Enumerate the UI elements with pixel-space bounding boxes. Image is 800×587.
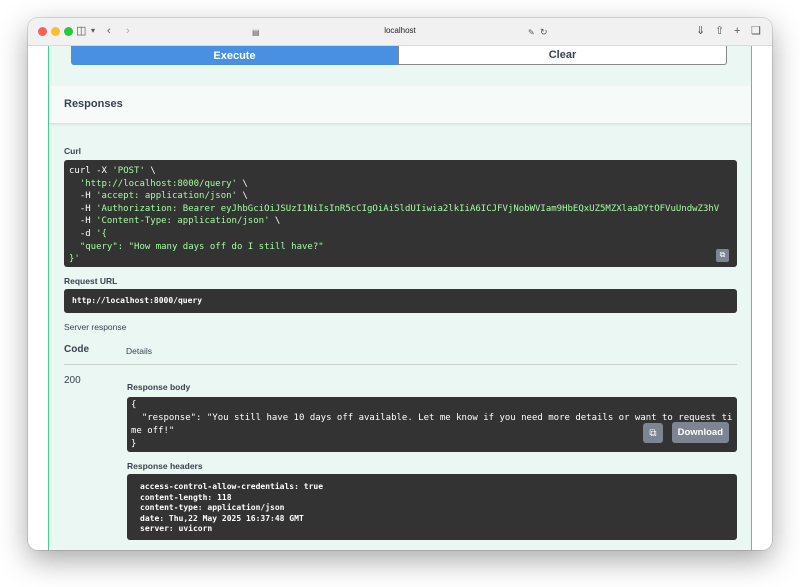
curl-line: 'http://localhost:8000/query' \ — [69, 179, 248, 189]
clear-button[interactable]: Clear — [398, 46, 727, 65]
execute-button[interactable]: Execute — [71, 46, 398, 65]
share-icon[interactable]: ⇧ — [715, 24, 724, 38]
curl-line: curl -X 'POST' \ — [69, 166, 156, 176]
response-headers-list: access-control-allow-credentials: true co… — [127, 474, 737, 540]
curl-line-prefix — [69, 242, 80, 252]
curl-label: Curl — [64, 146, 81, 156]
response-header-line: date: Thu,22 May 2025 16:37:48 GMT — [140, 513, 304, 523]
curl-line: -H 'accept: application/json' \ — [69, 191, 248, 201]
curl-line: }' — [69, 254, 80, 264]
curl-line: -H 'Authorization: Bearer eyJhbGciOiJSUz… — [69, 204, 719, 214]
curl-line: "query": "How many days off do I still h… — [69, 242, 324, 252]
curl-line-string: "query": "How many days off do I still h… — [79, 241, 324, 252]
curl-line-prefix: -H — [69, 191, 97, 202]
tab-overview-icon[interactable]: ❏ — [751, 24, 761, 38]
curl-line-string: 'http://localhost:8000/query' — [79, 178, 237, 189]
curl-line-string: 'Authorization: Bearer eyJhbGciOiJSUzI1N… — [96, 203, 720, 214]
curl-line-suffix: \ — [269, 216, 281, 227]
translate-icon[interactable]: ✎ — [528, 26, 535, 40]
curl-line: -d '{ — [69, 229, 107, 239]
new-tab-icon[interactable]: + — [734, 24, 740, 38]
response-header-line: server: uvicorn — [140, 524, 213, 533]
curl-command-block[interactable]: curl -X 'POST' \ 'http://localhost:8000/… — [64, 160, 737, 267]
request-url-box: http://localhost:8000/query — [64, 289, 737, 313]
address-bar[interactable]: localhost — [28, 26, 772, 35]
browser-window: ◫ ▾ ‹ › ▤ localhost ✎ ↻ ⇓ ⇧ + ❏ Execute … — [28, 18, 772, 550]
request-url-label: Request URL — [64, 276, 118, 286]
status-code: 200 — [64, 375, 81, 386]
column-header-code: Code — [64, 344, 89, 355]
curl-line-prefix: -d — [69, 228, 97, 239]
response-header-line: access-control-allow-credentials: true — [140, 482, 324, 491]
curl-line-suffix: \ — [236, 191, 248, 202]
column-header-details: Details — [126, 346, 152, 356]
curl-line-suffix: \ — [236, 178, 248, 189]
curl-line-string: 'POST' — [112, 166, 145, 176]
curl-line-prefix: -H — [69, 203, 97, 214]
response-body-block[interactable]: { "response": "You still have 10 days of… — [127, 397, 737, 452]
copy-curl-icon[interactable]: ⧉ — [716, 249, 729, 262]
response-headers-label: Response headers — [127, 461, 203, 471]
curl-line-string: '{ — [96, 228, 107, 239]
response-body-label: Response body — [127, 382, 191, 392]
curl-line-string: 'Content-Type: application/json' — [96, 216, 270, 227]
response-table-header: Code Details — [64, 342, 737, 365]
copy-response-icon[interactable]: ⧉ — [643, 423, 663, 443]
response-header-line: content-type: application/json — [140, 503, 285, 512]
download-icon[interactable]: ⇓ — [696, 24, 705, 38]
reload-icon[interactable]: ↻ — [540, 25, 548, 39]
curl-line-string: }' — [69, 254, 80, 265]
curl-line: -H 'Content-Type: application/json' \ — [69, 216, 281, 227]
page-content: Execute Clear Responses Curl curl -X 'PO… — [28, 46, 772, 550]
browser-toolbar: ◫ ▾ ‹ › ▤ localhost ✎ ↻ ⇓ ⇧ + ❏ — [28, 18, 772, 46]
responses-header: Responses — [49, 86, 751, 124]
server-response-label: Server response — [64, 322, 127, 332]
response-header-line: content-length: 118 — [140, 492, 232, 502]
responses-title: Responses — [64, 98, 123, 110]
curl-line-string: 'accept: application/json' — [96, 191, 237, 202]
curl-command-text: curl -X 'POST' \ 'http://localhost:8000/… — [64, 160, 737, 267]
response-headers-block: access-control-allow-credentials: true co… — [127, 474, 737, 540]
curl-line-prefix: curl -X — [69, 166, 113, 176]
download-button[interactable]: Download — [671, 422, 729, 443]
curl-line-prefix: -H — [69, 216, 97, 227]
operation-block: Execute Clear Responses Curl curl -X 'PO… — [48, 46, 752, 550]
request-url-text: http://localhost:8000/query — [72, 296, 203, 305]
execute-wrapper: Execute Clear — [71, 46, 727, 65]
curl-line-suffix: \ — [144, 166, 156, 176]
curl-line-prefix — [69, 179, 80, 189]
